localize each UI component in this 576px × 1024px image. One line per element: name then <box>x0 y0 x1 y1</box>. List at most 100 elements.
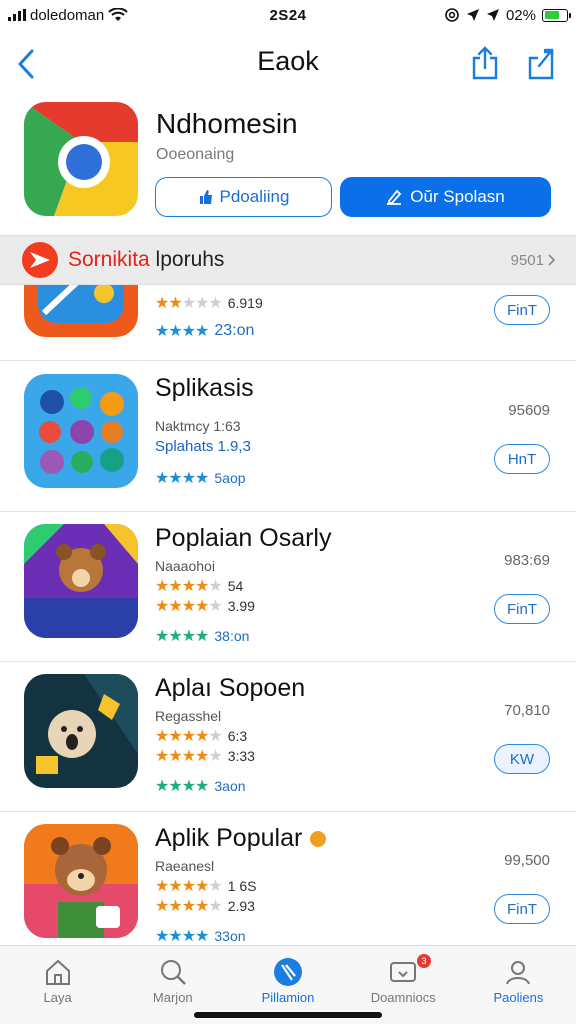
app-icon-dark-game <box>24 674 138 788</box>
tab-profile[interactable]: Paoliens <box>461 946 576 1024</box>
location-arrow-icon <box>486 9 499 21</box>
tab-label: Paoliens <box>493 990 544 1005</box>
star-rating-icon: ★★★★★ <box>155 898 223 915</box>
rating-value: 33on <box>214 928 246 944</box>
back-button[interactable] <box>10 44 42 84</box>
rating-value: 38:on <box>214 628 250 644</box>
secondary-action-label: Pdoaliing <box>219 187 290 206</box>
app-title: Splikasis <box>155 374 254 402</box>
edit-icon <box>387 189 402 205</box>
rating-line: ★★★★★ 2.93 <box>155 896 255 916</box>
rating-value: 23:on <box>214 322 255 339</box>
notification-badge: 3 <box>417 954 432 968</box>
profile-icon <box>501 956 535 988</box>
primary-action-button[interactable]: Oŭr Spolasn <box>340 177 551 217</box>
star-rating-icon: ★★★★★ <box>155 295 223 312</box>
list-item[interactable]: Aplik Popular Raeanesl ★★★★★ 1 6S ★★★★★ … <box>0 812 576 945</box>
thumbs-up-icon <box>199 190 212 204</box>
tab-label: Laya <box>43 990 72 1005</box>
status-right: 02% <box>368 6 571 24</box>
chrome-logo-icon <box>24 102 138 216</box>
app-subtitle: Ooeonaing <box>156 146 235 163</box>
app-list: ★★★★★ 6.919 ★★★★ 23:on FinT Splikasis Na… <box>0 285 576 945</box>
rating-value: 6.919 <box>227 295 263 311</box>
list-item[interactable]: Aplaı Sopoen Regasshel ★★★★★ 6:3 ★★★★★ 3… <box>0 662 576 812</box>
battery-percent: 02% <box>505 6 536 24</box>
app-meta: Naktmcy 1:63 <box>155 418 241 434</box>
chevron-right-icon <box>548 254 556 266</box>
app-size: 983:69 <box>504 552 550 569</box>
app-icon-bear-game <box>24 524 138 638</box>
app-meta: Naaaohoi <box>155 558 215 574</box>
list-item[interactable]: Splikasis Naktmcy 1:63 Splahats 1.9,3 ★★… <box>0 362 576 512</box>
app-size: 99,500 <box>504 852 550 869</box>
carrier-label: doledoman <box>30 6 105 24</box>
rating-line: ★★★★★ 6.919 <box>155 293 263 313</box>
export-icon <box>528 48 554 80</box>
section-title-dark: lporuhs <box>155 248 225 271</box>
rating-line: ★★★★ 33on <box>155 926 246 945</box>
star-rating-icon: ★★★★★ <box>155 748 223 765</box>
rating-value: 1 6S <box>227 878 257 894</box>
status-left: doledoman <box>8 7 208 24</box>
tab-label: Doamniocs <box>370 990 436 1005</box>
app-meta-secondary: Splahats 1.9,3 <box>155 438 251 455</box>
board-game-icon <box>24 285 138 337</box>
tab-label: Pillamion <box>261 990 315 1005</box>
at-icon <box>445 8 459 22</box>
rating-line: ★★★★★ 6:3 <box>155 726 247 746</box>
section-count[interactable]: 9501 <box>511 252 556 269</box>
get-button[interactable]: KW <box>494 744 550 774</box>
apps-icon <box>271 956 305 988</box>
get-button[interactable]: HnT <box>494 444 550 474</box>
verified-badge-icon <box>310 831 327 848</box>
raccoon-character-icon <box>24 824 138 938</box>
rating-value: 3:33 <box>227 748 255 764</box>
tab-home[interactable]: Laya <box>0 946 115 1024</box>
home-indicator[interactable] <box>194 1012 382 1018</box>
app-title: Poplaian Osarly <box>155 524 332 552</box>
wifi-icon <box>108 8 128 21</box>
rating-line: ★★★★★ 3:33 <box>155 746 255 766</box>
star-rating-icon: ★★★★ <box>155 323 209 340</box>
app-icon-raccoon <box>24 824 138 938</box>
star-rating-icon: ★★★★★ <box>155 598 223 615</box>
status-time: 2S24 <box>269 6 307 24</box>
app-header: Ndhomesin Ooeonaing Pdoaliing Oŭr Spolas… <box>0 100 576 230</box>
get-button[interactable]: FinT <box>494 894 550 924</box>
tab-label: Marjon <box>152 990 193 1005</box>
secondary-action-button[interactable]: Pdoaliing <box>155 177 332 217</box>
get-button[interactable]: FinT <box>494 594 550 624</box>
creature-character-icon <box>24 674 138 788</box>
app-icon-puzzle <box>24 374 138 488</box>
rating-value: 6:3 <box>227 728 248 744</box>
rating-value: 54 <box>227 578 244 594</box>
star-rating-icon: ★★★★ <box>155 928 209 945</box>
app-meta: Regasshel <box>155 708 222 724</box>
star-rating-icon: ★★★★ <box>155 628 209 645</box>
star-rating-icon: ★★★★★ <box>155 578 223 595</box>
tab-bar: Laya Marjon Pillamion 3 Doamniocs Paolie… <box>0 945 576 1024</box>
rating-value: 2.93 <box>227 898 255 914</box>
share-button[interactable] <box>468 44 502 82</box>
updates-icon <box>386 956 420 988</box>
section-banner[interactable]: Sornikita lporuhs 9501 <box>0 235 576 285</box>
location-icon <box>466 9 479 21</box>
puzzle-icons-icon <box>24 374 138 488</box>
bear-character-icon <box>24 524 138 638</box>
rating-value: 3aon <box>214 778 246 794</box>
get-button[interactable]: FinT <box>494 295 550 325</box>
play-logo-icon <box>22 242 58 278</box>
star-rating-icon: ★★★★★ <box>155 878 223 895</box>
primary-action-label: Oŭr Spolasn <box>410 187 505 206</box>
app-icon[interactable] <box>24 102 138 216</box>
app-size: 70,810 <box>504 702 550 719</box>
app-meta: Raeanesl <box>155 858 215 874</box>
status-bar: doledoman 2S24 02% <box>0 0 576 30</box>
export-button[interactable] <box>524 44 558 82</box>
app-size: 95609 <box>508 402 550 419</box>
navigation-bar: Eaok <box>0 36 576 92</box>
list-item[interactable]: ★★★★★ 6.919 ★★★★ 23:on FinT <box>0 285 576 361</box>
section-count-value: 9501 <box>510 251 544 269</box>
list-item[interactable]: Poplaian Osarly Naaaohoi ★★★★★ 54 ★★★★★ … <box>0 512 576 662</box>
